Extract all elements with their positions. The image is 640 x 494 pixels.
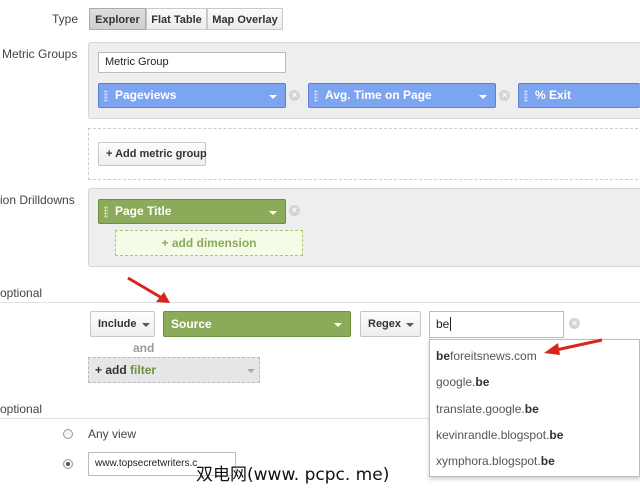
drag-handle-icon[interactable]: [104, 206, 108, 218]
type-explorer-button[interactable]: Explorer: [89, 8, 146, 30]
metric-groups-label: Metric Groups: [2, 47, 78, 61]
type-label: Type: [52, 12, 79, 26]
match-type-select[interactable]: Regex: [360, 311, 421, 337]
remove-metric-icon[interactable]: ×: [499, 90, 510, 101]
drag-handle-icon[interactable]: [524, 90, 528, 102]
add-filter-button[interactable]: + add filter: [88, 357, 260, 383]
views-section-label: optional: [0, 402, 43, 416]
chevron-down-icon: [479, 95, 487, 99]
add-metric-group-button[interactable]: + Add metric group: [98, 142, 207, 166]
remove-dimension-icon[interactable]: ×: [289, 205, 300, 216]
any-view-radio[interactable]: [63, 429, 73, 439]
section-divider: [0, 418, 430, 419]
metric-pill-label: Pageviews: [115, 88, 177, 102]
chevron-down-icon: [406, 323, 414, 327]
metric-pill-label: % Exit: [535, 88, 572, 102]
annotation-arrow-icon: [544, 338, 603, 355]
text-cursor: [450, 317, 452, 331]
selected-view-radio[interactable]: [63, 459, 73, 469]
autocomplete-option[interactable]: beforeitsnews.com: [436, 349, 537, 363]
metric-pill-label: Avg. Time on Page: [325, 88, 432, 102]
match-type-value: Regex: [368, 318, 402, 330]
filters-section-label: optional: [0, 286, 43, 300]
chevron-down-icon: [142, 323, 150, 327]
remove-metric-icon[interactable]: ×: [289, 90, 300, 101]
chevron-down-icon: [247, 369, 255, 373]
add-dimension-button[interactable]: + add dimension: [115, 230, 303, 256]
metric-pill-pageviews[interactable]: Pageviews: [98, 83, 286, 108]
filter-value-text: be: [436, 317, 450, 331]
include-select[interactable]: Include: [90, 311, 155, 337]
filter-dimension-label: Source: [171, 317, 212, 331]
type-map-overlay-button[interactable]: Map Overlay: [207, 8, 283, 30]
metric-group-name-input[interactable]: Metric Group: [98, 52, 286, 73]
type-flat-table-button[interactable]: Flat Table: [146, 8, 207, 30]
clear-filter-icon[interactable]: ×: [569, 318, 580, 329]
chevron-down-icon: [269, 95, 277, 99]
autocomplete-option[interactable]: kevinrandle.blogspot.be: [436, 428, 563, 442]
chevron-down-icon: [269, 211, 277, 215]
dimension-pill-page-title[interactable]: Page Title: [98, 199, 286, 224]
autocomplete-option[interactable]: google.be: [436, 375, 489, 389]
autocomplete-option[interactable]: translate.google.be: [436, 402, 539, 416]
drag-handle-icon[interactable]: [104, 90, 108, 102]
drag-handle-icon[interactable]: [314, 90, 318, 102]
any-view-label: Any view: [88, 427, 137, 441]
filter-value-input[interactable]: be: [429, 311, 564, 338]
metric-pill-avg-time[interactable]: Avg. Time on Page: [308, 83, 496, 108]
watermark-text: 双电网(www. pcpc. me): [196, 465, 390, 485]
add-filter-prefix: + add: [95, 363, 127, 377]
include-select-value: Include: [98, 318, 137, 330]
filter-dimension-source[interactable]: Source: [163, 311, 351, 337]
metric-pill-exit[interactable]: % Exit: [518, 83, 640, 108]
chevron-down-icon: [334, 323, 342, 327]
add-filter-word: filter: [130, 363, 157, 377]
dimension-pill-label: Page Title: [115, 204, 172, 218]
annotation-arrow-icon: [127, 276, 170, 303]
autocomplete-option[interactable]: xymphora.blogspot.be: [436, 454, 555, 468]
section-divider: [0, 302, 640, 303]
and-text: and: [133, 341, 155, 355]
autocomplete-dropdown: beforeitsnews.com google.be translate.go…: [429, 339, 640, 477]
dimension-drilldowns-label: ion Drilldowns: [0, 193, 75, 207]
